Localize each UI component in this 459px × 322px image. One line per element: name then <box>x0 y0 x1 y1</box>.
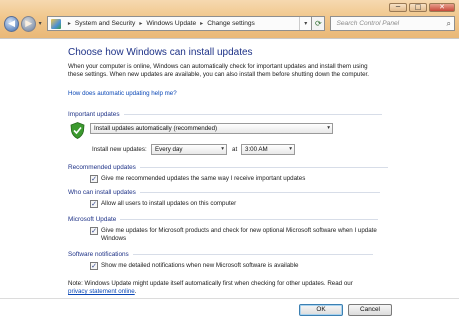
search-input[interactable]: Search Control Panel ⌕ <box>330 16 455 31</box>
allow-all-users-label[interactable]: Allow all users to install updates on th… <box>101 200 421 208</box>
update-mode-value: Install updates automatically (recommend… <box>94 125 218 132</box>
day-value: Every day <box>155 146 183 153</box>
section-divider <box>139 166 388 168</box>
shield-icon <box>70 122 85 139</box>
software-notifications-label[interactable]: Show me detailed notifications when new … <box>101 262 421 270</box>
recent-pages-dropdown[interactable]: ▾ <box>36 20 44 27</box>
navigation-bar: ◀ ▶ ▾ ▸ System and Security ▸ Windows Up… <box>4 15 455 32</box>
section-title: Microsoft Update <box>68 216 117 223</box>
minimize-button[interactable]: ─ <box>389 3 407 12</box>
cancel-button[interactable]: Cancel <box>348 304 392 316</box>
section-title: Software notifications <box>68 251 129 258</box>
section-important-updates: Important updates <box>68 111 382 118</box>
page-title: Choose how Windows can install updates <box>68 47 253 58</box>
recommended-updates-label[interactable]: Give me recommended updates the same way… <box>101 175 421 183</box>
section-recommended-updates: Recommended updates <box>68 164 388 171</box>
section-divider <box>139 191 380 193</box>
breadcrumb-system-and-security[interactable]: System and Security <box>75 20 135 27</box>
section-divider <box>123 113 382 115</box>
note-period: . <box>134 288 137 295</box>
intro-text: When your computer is online, Windows ca… <box>68 63 369 78</box>
day-select[interactable]: Every day ▾ <box>151 144 227 155</box>
note-text: Note: Windows Update might update itself… <box>68 280 353 287</box>
search-icon[interactable]: ⌕ <box>447 19 451 29</box>
help-link[interactable]: How does automatic updating help me? <box>68 90 177 97</box>
update-mode-select[interactable]: Install updates automatically (recommend… <box>90 123 333 134</box>
title-bar: ─ □ ✕ ◀ ▶ ▾ ▸ System and Security ▸ Wind… <box>0 0 459 38</box>
window-controls: ─ □ ✕ <box>389 3 455 12</box>
time-value: 3:00 AM <box>245 146 268 153</box>
address-dropdown-icon[interactable]: ▾ <box>299 17 311 30</box>
section-divider <box>132 253 373 255</box>
chevron-down-icon: ▾ <box>289 146 292 152</box>
section-divider <box>120 218 379 220</box>
settings-panel: Choose how Windows can install updates W… <box>0 38 459 322</box>
breadcrumb-separator[interactable]: ▸ <box>68 20 71 27</box>
section-software-notifications: Software notifications <box>68 251 373 258</box>
chevron-down-icon: ▾ <box>327 125 330 131</box>
breadcrumb-separator[interactable]: ▸ <box>139 20 142 27</box>
ok-button[interactable]: OK <box>299 304 343 316</box>
section-title: Recommended updates <box>68 164 136 171</box>
section-microsoft-update: Microsoft Update <box>68 216 379 223</box>
search-placeholder: Search Control Panel <box>336 20 400 27</box>
close-button[interactable]: ✕ <box>429 3 455 12</box>
section-title: Important updates <box>68 111 120 118</box>
breadcrumb-windows-update[interactable]: Windows Update <box>146 20 196 27</box>
time-select[interactable]: 3:00 AM ▾ <box>241 144 295 155</box>
recommended-updates-checkbox[interactable]: ✓ <box>90 175 98 183</box>
microsoft-update-checkbox[interactable]: ✓ <box>90 227 98 235</box>
allow-all-users-checkbox[interactable]: ✓ <box>90 200 98 208</box>
forward-button[interactable]: ▶ <box>21 15 37 32</box>
breadcrumb-change-settings[interactable]: Change settings <box>207 20 255 27</box>
privacy-note: Note: Windows Update might update itself… <box>68 280 388 296</box>
section-who-can-install: Who can install updates <box>68 189 380 196</box>
software-notifications-checkbox[interactable]: ✓ <box>90 262 98 270</box>
section-title: Who can install updates <box>68 189 136 196</box>
refresh-icon[interactable]: ⟳ <box>312 16 326 31</box>
footer-divider <box>0 298 459 299</box>
install-new-updates-label: Install new updates: <box>92 146 147 153</box>
chevron-down-icon: ▾ <box>221 146 224 152</box>
address-bar[interactable]: ▸ System and Security ▸ Windows Update ▸… <box>46 16 313 31</box>
microsoft-update-label[interactable]: Give me updates for Microsoft products a… <box>101 227 403 243</box>
control-panel-icon <box>50 18 61 29</box>
breadcrumb-separator[interactable]: ▸ <box>200 20 203 27</box>
back-button[interactable]: ◀ <box>4 15 20 32</box>
at-label: at <box>232 146 238 153</box>
maximize-button[interactable]: □ <box>409 3 427 12</box>
privacy-statement-link[interactable]: privacy statement online <box>68 288 135 295</box>
